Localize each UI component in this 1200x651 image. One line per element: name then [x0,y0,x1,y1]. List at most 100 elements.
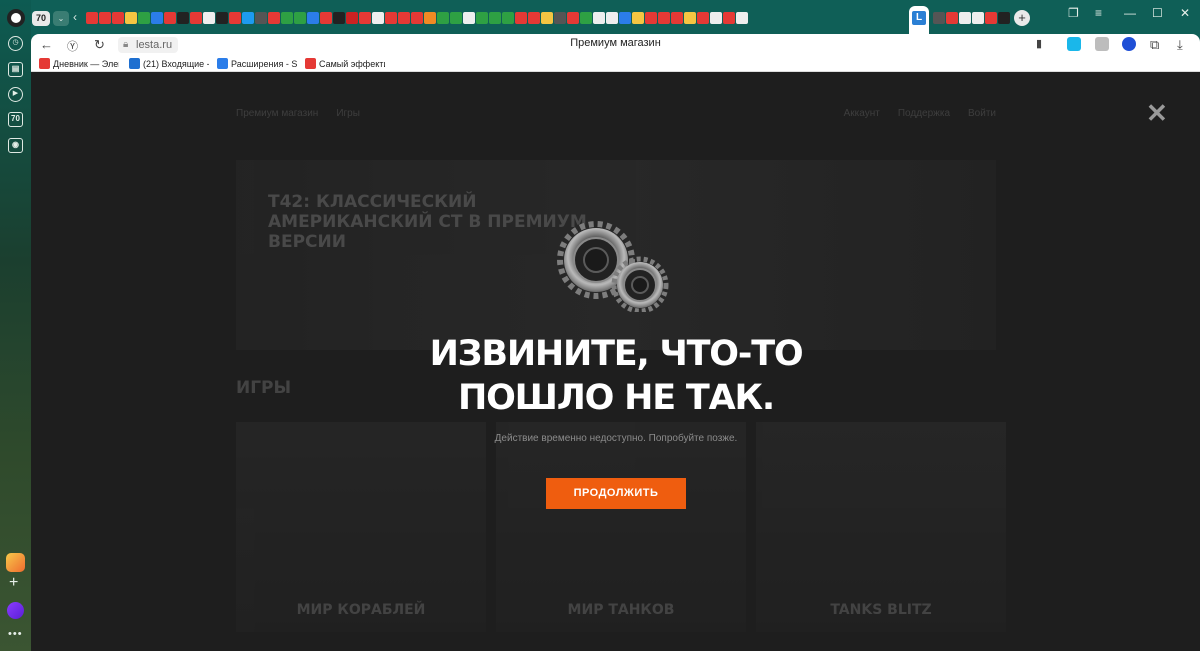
browser-window: ◷ ▤ ▶ 70 ◉ + ••• 70 ⌄ ‹ L + ❐ ≡ — ☐ ✕ ← … [0,0,1200,651]
bookmark-item[interactable]: Расширения - Saf [217,58,297,70]
tab-favicon-icon[interactable] [333,12,345,24]
tab-favicon-icon[interactable] [268,12,280,24]
tab-favicon-icon[interactable] [437,12,449,24]
tab-favicon-icon[interactable] [372,12,384,24]
tab-favicon-icon[interactable] [255,12,267,24]
add-panel-icon[interactable]: + [9,574,18,592]
tab-favicon-icon[interactable] [463,12,475,24]
tabs-counter-icon[interactable]: 70 [8,112,23,127]
bookmark-item[interactable]: Самый эффективн [305,58,385,70]
video-icon[interactable]: ▶ [8,87,23,102]
tab-counter[interactable]: 70 [32,11,50,26]
tab-favicon-icon[interactable] [985,12,997,24]
tab-favicon-icon[interactable] [723,12,735,24]
mail-icon[interactable] [6,553,25,572]
browser-side-rail: ◷ ▤ ▶ 70 ◉ + ••• [0,0,31,651]
menu-icon[interactable]: ≡ [1095,6,1102,20]
history-icon[interactable]: ◷ [8,36,23,51]
tab-favicon-icon[interactable] [424,12,436,24]
tab-favicon-icon[interactable] [450,12,462,24]
game-card: TANKS BLITZ [756,422,1006,632]
tab-favicon-icon[interactable] [959,12,971,24]
bookmark-icon[interactable]: ▮ [1036,37,1042,50]
bookmark-favicon-icon [305,58,316,69]
tab-favicons [86,12,911,25]
tab-favicon-icon[interactable] [946,12,958,24]
tab-favicon-icon[interactable] [998,12,1010,24]
tab-favicon-icon[interactable] [138,12,150,24]
tab-favicon-icon[interactable] [684,12,696,24]
tab-favicon-icon[interactable] [242,12,254,24]
tab-favicon-icon[interactable] [177,12,189,24]
promo-banner-title: T42: КЛАССИЧЕСКИЙ АМЕРИКАНСКИЙ СТ В ПРЕМ… [268,192,587,252]
tab-favicon-icon[interactable] [736,12,748,24]
tab-favicon-icon[interactable] [216,12,228,24]
tab-favicon-icon[interactable] [671,12,683,24]
tab-favicon-icon[interactable] [86,12,98,24]
tab-favicon-icon[interactable] [645,12,657,24]
downloads-icon[interactable]: ⤓ [1177,37,1183,53]
continue-button[interactable]: ПРОДОЛЖИТЬ [546,478,686,509]
address-bar[interactable]: 🔒︎ lesta.ru [118,37,179,53]
tab-favicon-icon[interactable] [619,12,631,24]
tab-favicon-icon[interactable] [515,12,527,24]
tab-favicon-icon[interactable] [125,12,137,24]
tab-favicon-icon[interactable] [710,12,722,24]
active-tab[interactable]: L [909,6,929,34]
tab-favicon-icon[interactable] [385,12,397,24]
tab-favicon-icon[interactable] [658,12,670,24]
tab-strip: 70 ⌄ ‹ L + ❐ ≡ — ☐ ✕ [31,0,1200,34]
new-tab-button[interactable]: + [1014,10,1030,26]
tab-favicon-icon[interactable] [502,12,514,24]
tab-favicon-icon[interactable] [99,12,111,24]
tabs-scroll-left-icon[interactable]: ‹ [73,10,77,24]
tab-favicon-icon[interactable] [320,12,332,24]
bookmark-item[interactable]: Дневник — Элект [39,58,119,70]
tab-favicon-icon[interactable] [281,12,293,24]
tab-favicon-icon[interactable] [593,12,605,24]
share-icon[interactable]: ⧉ [1150,37,1159,53]
window-close-icon[interactable]: ✕ [1180,6,1190,20]
tab-favicon-icon[interactable] [567,12,579,24]
maximize-icon[interactable]: ☐ [1152,6,1163,20]
tab-list-dropdown-icon[interactable]: ⌄ [53,11,69,26]
tab-favicon-icon[interactable] [359,12,371,24]
window-stack-icon[interactable]: ❐ [1068,6,1079,20]
tab-favicon-icon[interactable] [411,12,423,24]
tab-favicon-icon[interactable] [164,12,176,24]
tab-favicon-icon[interactable] [307,12,319,24]
tab-favicon-icon[interactable] [346,12,358,24]
bookmark-favicon-icon [129,58,140,69]
tab-favicon-icon[interactable] [606,12,618,24]
tab-favicon-icon[interactable] [972,12,984,24]
tab-favicon-icon[interactable] [190,12,202,24]
tab-favicon-icon[interactable] [294,12,306,24]
shield-extension-icon[interactable] [1095,37,1109,51]
collections-icon[interactable]: ▤ [8,62,23,77]
page-viewport: Премиум магазин Игры Аккаунт Поддержка В… [31,72,1200,651]
tab-favicon-icon[interactable] [528,12,540,24]
tab-favicon-icon[interactable] [151,12,163,24]
tab-favicon-icon[interactable] [476,12,488,24]
vimeo-extension-icon[interactable] [1067,37,1081,51]
tab-favicon-icon[interactable] [398,12,410,24]
screenshot-icon[interactable]: ◉ [8,138,23,153]
alice-assistant-icon[interactable] [7,602,24,619]
tab-favicon-icon[interactable] [203,12,215,24]
tab-favicon-icon[interactable] [580,12,592,24]
bookmark-item[interactable]: (21) Входящие - П [129,58,209,70]
minimize-icon[interactable]: — [1124,6,1136,20]
tab-favicon-icon[interactable] [933,12,945,24]
tab-favicon-icon[interactable] [541,12,553,24]
tab-favicon-icon[interactable] [112,12,124,24]
close-overlay-icon[interactable]: ✕ [1146,100,1168,126]
extension-icon[interactable] [1122,37,1136,51]
error-subtitle: Действие временно недоступно. Попробуйте… [494,433,738,444]
browser-logo-icon[interactable] [7,9,25,27]
tab-favicon-icon[interactable] [229,12,241,24]
tab-favicon-icon[interactable] [554,12,566,24]
tab-favicon-icon[interactable] [489,12,501,24]
more-icon[interactable]: ••• [8,628,23,640]
tab-favicon-icon[interactable] [697,12,709,24]
tab-favicon-icon[interactable] [632,12,644,24]
